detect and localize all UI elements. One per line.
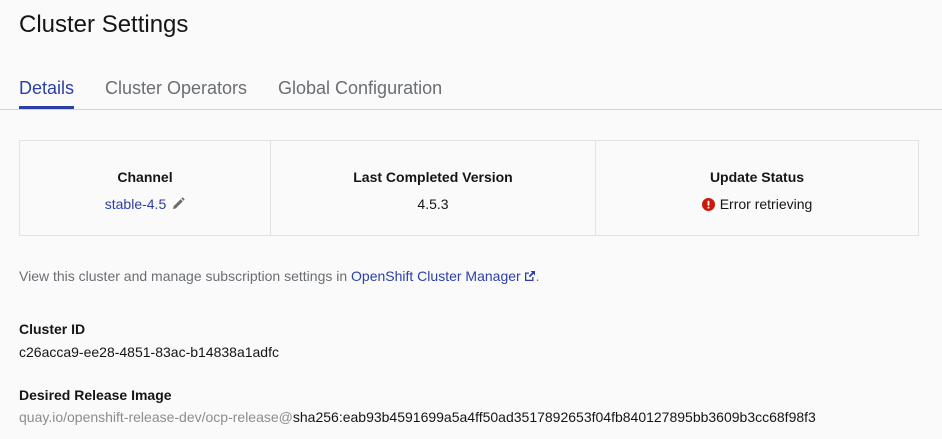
- version-value: 4.5.3: [417, 196, 449, 212]
- channel-column: Channel stable-4.5: [20, 141, 270, 235]
- update-status-column: Update Status Error retrieving: [595, 141, 918, 235]
- info-prefix: View this cluster and manage subscriptio…: [19, 268, 352, 284]
- page-title: Cluster Settings: [19, 11, 189, 38]
- release-image-label: Desired Release Image: [19, 387, 172, 403]
- channel-value-row: stable-4.5: [20, 195, 270, 213]
- openshift-cluster-manager-link[interactable]: OpenShift Cluster Manager: [351, 268, 521, 284]
- tab-details[interactable]: Details: [19, 68, 75, 109]
- version-value-row: 4.5.3: [271, 195, 595, 213]
- update-status-value-row: Error retrieving: [596, 195, 918, 213]
- channel-heading: Channel: [117, 169, 173, 185]
- info-suffix: .: [535, 268, 540, 284]
- error-circle-icon: [701, 197, 715, 211]
- cluster-id-value: c26acca9-ee28-4851-83ac-b14838a1adfc: [19, 344, 279, 360]
- tab-global-configuration[interactable]: Global Configuration: [278, 68, 442, 108]
- cluster-settings-page: Cluster Settings Details Cluster Operato…: [0, 0, 942, 439]
- release-image-repo: quay.io/openshift-release-dev/ocp-releas…: [19, 409, 293, 425]
- external-link-icon[interactable]: [524, 270, 536, 282]
- update-status-value: Error retrieving: [719, 196, 813, 212]
- release-image-value: quay.io/openshift-release-dev/ocp-releas…: [19, 408, 816, 426]
- tab-bar: Details Cluster Operators Global Configu…: [0, 68, 942, 110]
- cluster-manager-info: View this cluster and manage subscriptio…: [19, 267, 540, 285]
- version-column: Last Completed Version 4.5.3: [270, 141, 595, 235]
- update-status-card: Channel stable-4.5 Last Completed Versio…: [19, 140, 919, 236]
- tab-cluster-operators[interactable]: Cluster Operators: [105, 68, 247, 108]
- channel-link[interactable]: stable-4.5: [105, 195, 166, 213]
- version-heading: Last Completed Version: [353, 169, 513, 185]
- pencil-icon[interactable]: [171, 197, 185, 211]
- cluster-id-label: Cluster ID: [19, 321, 86, 337]
- update-status-heading: Update Status: [709, 169, 805, 185]
- release-image-digest: sha256:eab93b4591699a5a4ff50ad3517892653…: [292, 409, 816, 425]
